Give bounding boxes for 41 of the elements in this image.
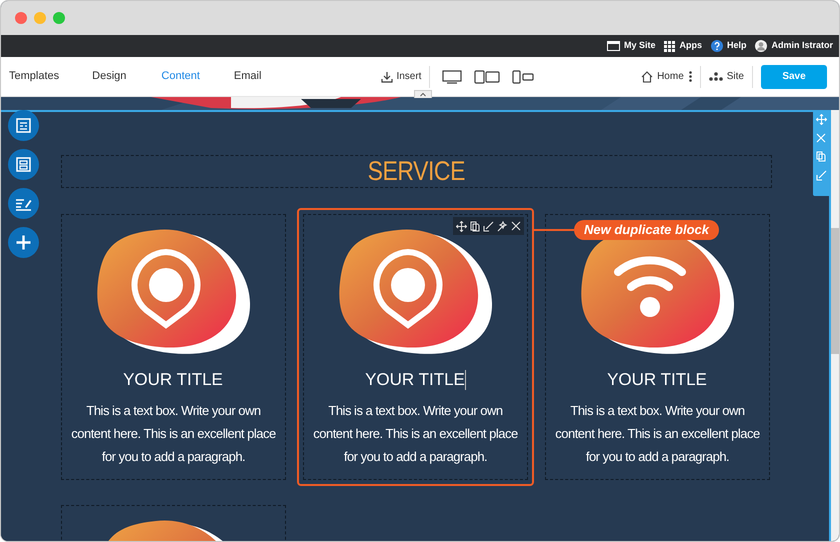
layout-icon[interactable]: [8, 110, 39, 141]
duplicate-icon[interactable]: [470, 220, 480, 232]
insert-button[interactable]: Insert: [381, 69, 422, 84]
desktop-icon[interactable]: [442, 70, 462, 84]
card-text: This is a text box. Write your own content here. This is an excellent place for you to add a paragraph.: [312, 402, 519, 466]
add-icon[interactable]: [8, 227, 39, 258]
user-avatar-icon: [755, 40, 768, 52]
user-menu[interactable]: Admin Istrator: [755, 39, 833, 53]
top-bar-link[interactable]: My Site: [606, 39, 656, 53]
tablet-icon[interactable]: [474, 70, 500, 84]
download-icon: [381, 70, 394, 82]
close-icon[interactable]: [511, 221, 521, 231]
scrollbar[interactable]: [831, 110, 839, 541]
card-title: YOUR TITLE: [607, 369, 707, 391]
section-title: SERVICE: [368, 155, 466, 188]
nav-tab[interactable]: Design: [92, 68, 126, 85]
callout-label: New duplicate block: [574, 220, 719, 240]
card-title: YOUR TITLE: [123, 369, 223, 391]
top-bar-link[interactable]: Help: [710, 39, 746, 53]
edit-text-icon[interactable]: [8, 188, 39, 219]
site-button[interactable]: Site: [708, 69, 744, 84]
nav-tab[interactable]: Templates: [1, 68, 92, 85]
edit-icon[interactable]: [483, 220, 494, 232]
nav-tab[interactable]: Content: [161, 68, 200, 85]
card-title: YOUR TITLE: [365, 369, 465, 391]
card-text: This is a text box. Write your own content here. This is an excellent place for you to add a paragraph.: [70, 402, 277, 466]
top-bar-link[interactable]: Apps: [664, 39, 702, 53]
home-button[interactable]: Home: [641, 69, 684, 84]
card-text: This is a text box. Write your own content here. This is an excellent place for you to add a paragraph.: [554, 402, 761, 466]
sitemap-icon: [708, 72, 723, 81]
help-icon: [710, 40, 723, 52]
browser-icon: [606, 40, 620, 52]
collapse-tab-icon[interactable]: [414, 90, 432, 98]
phone-icon[interactable]: [512, 70, 534, 84]
nav-tab[interactable]: Email: [234, 68, 262, 85]
more-icon[interactable]: [688, 71, 692, 82]
magic-wand-icon[interactable]: [497, 220, 508, 232]
grid-icon: [664, 40, 676, 52]
move-icon[interactable]: [456, 220, 467, 232]
block-icon[interactable]: [8, 149, 39, 180]
home-icon: [641, 70, 654, 82]
